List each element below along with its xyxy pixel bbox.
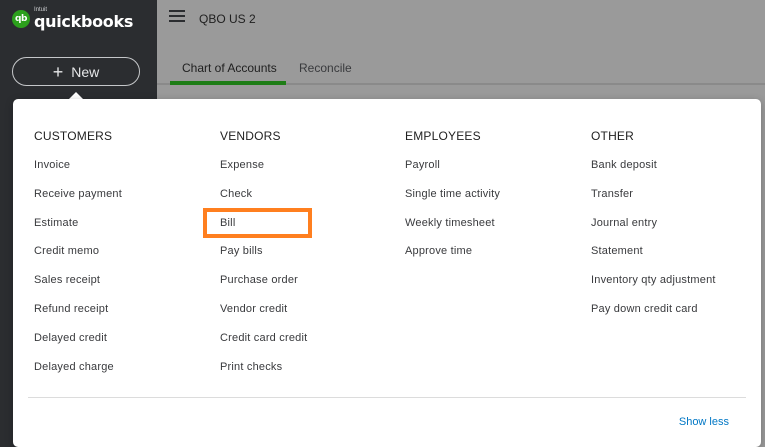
tab-reconcile[interactable]: Reconcile [299, 61, 352, 75]
menu-item-pay-bills[interactable]: Pay bills [220, 244, 307, 273]
menu-heading-employees: EMPLOYEES [405, 129, 481, 143]
menu-heading-other: OTHER [591, 129, 634, 143]
menu-divider [28, 397, 746, 398]
menu-item-vendor-credit[interactable]: Vendor credit [220, 302, 307, 331]
menu-item-receive-payment[interactable]: Receive payment [34, 187, 122, 216]
menu-column-vendors: VENDORS Expense Check Bill Pay bills Pur… [220, 129, 307, 388]
menu-item-credit-card-credit[interactable]: Credit card credit [220, 331, 307, 360]
menu-item-approve-time[interactable]: Approve time [405, 244, 500, 273]
hamburger-menu-icon[interactable] [169, 10, 185, 24]
plus-icon: + [52, 61, 64, 82]
quickbooks-logo[interactable]: qb Intuit quickbooks [12, 7, 133, 30]
menu-item-delayed-credit[interactable]: Delayed credit [34, 331, 122, 360]
menu-item-payroll[interactable]: Payroll [405, 158, 500, 187]
active-tab-indicator [170, 81, 286, 85]
dropdown-caret [69, 92, 83, 99]
menu-item-invoice[interactable]: Invoice [34, 158, 122, 187]
menu-item-delayed-charge[interactable]: Delayed charge [34, 360, 122, 389]
menu-item-statement[interactable]: Statement [591, 244, 716, 273]
logo-text: Intuit quickbooks [34, 7, 133, 30]
top-bar: QBO US 2 [157, 0, 765, 40]
bill-highlight-box [203, 208, 312, 238]
menu-column-employees: EMPLOYEES Payroll Single time activity W… [405, 129, 500, 273]
menu-item-refund-receipt[interactable]: Refund receipt [34, 302, 122, 331]
new-button-label: New [71, 63, 100, 80]
tab-chart-of-accounts[interactable]: Chart of Accounts [182, 61, 277, 75]
menu-item-purchase-order[interactable]: Purchase order [220, 273, 307, 302]
menu-item-expense[interactable]: Expense [220, 158, 307, 187]
show-less-link[interactable]: Show less [679, 416, 729, 428]
quickbooks-logo-icon: qb [12, 9, 30, 28]
company-name: QBO US 2 [199, 12, 256, 26]
menu-item-weekly-timesheet[interactable]: Weekly timesheet [405, 216, 500, 245]
logo-name: quickbooks [34, 12, 134, 31]
tab-bar: Chart of Accounts Reconcile [157, 48, 765, 84]
menu-item-bank-deposit[interactable]: Bank deposit [591, 158, 716, 187]
menu-item-estimate[interactable]: Estimate [34, 216, 122, 245]
new-button[interactable]: + New [12, 57, 140, 86]
menu-item-pay-down-credit-card[interactable]: Pay down credit card [591, 302, 716, 331]
menu-item-single-time-activity[interactable]: Single time activity [405, 187, 500, 216]
menu-heading-vendors: VENDORS [220, 129, 281, 143]
menu-item-sales-receipt[interactable]: Sales receipt [34, 273, 122, 302]
menu-item-credit-memo[interactable]: Credit memo [34, 244, 122, 273]
menu-column-other: OTHER Bank deposit Transfer Journal entr… [591, 129, 716, 331]
menu-item-inventory-qty-adjustment[interactable]: Inventory qty adjustment [591, 273, 716, 302]
menu-column-customers: CUSTOMERS Invoice Receive payment Estima… [34, 129, 122, 388]
menu-item-journal-entry[interactable]: Journal entry [591, 216, 716, 245]
new-menu-panel: CUSTOMERS Invoice Receive payment Estima… [13, 99, 761, 447]
menu-item-transfer[interactable]: Transfer [591, 187, 716, 216]
menu-heading-customers: CUSTOMERS [34, 129, 113, 143]
menu-item-print-checks[interactable]: Print checks [220, 360, 307, 389]
